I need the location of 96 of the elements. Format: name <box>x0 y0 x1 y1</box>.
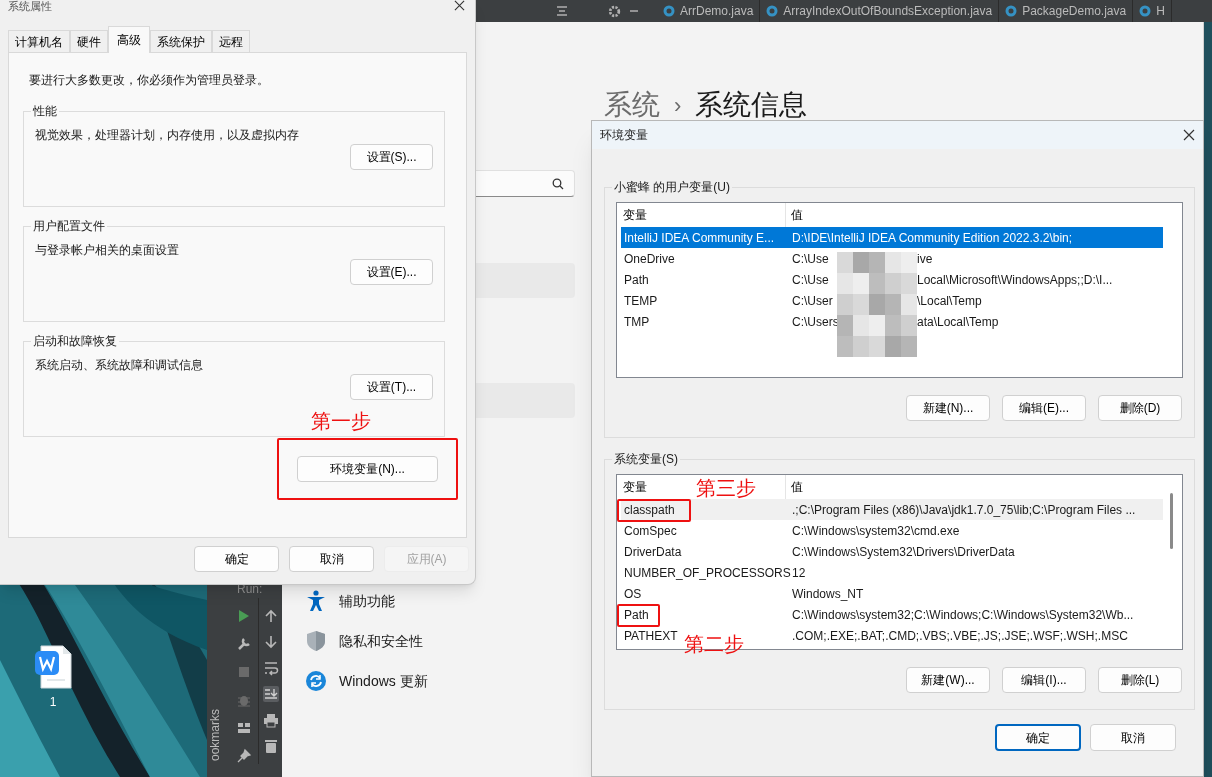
group-description: 系统启动、系统故障和调试信息 <box>35 357 204 374</box>
class-icon <box>1139 5 1152 17</box>
variable-name[interactable]: OneDrive <box>624 251 675 266</box>
variable-value: .;C:\Program Files (x86)\Java\jdk1.7.0_75\lib;C:\Program Files ... <box>792 501 1136 519</box>
annotation-text: 第一步 <box>311 409 371 433</box>
environment-variables-button[interactable]: 环境变量(N)... <box>297 456 438 482</box>
variable-value: D:\IDE\IntelliJ IDEA Community Edition 2022.3.2\bin; <box>792 229 1073 247</box>
list-button[interactable]: 删除(D) <box>1098 395 1182 421</box>
nav-item[interactable]: 辅助功能 <box>300 581 582 621</box>
annotation-text: 第二步 <box>684 632 744 656</box>
dialog-button[interactable]: 取消 <box>289 546 374 572</box>
variable-value: C:\Use <box>792 250 830 268</box>
variable-value: Windows_NT <box>792 585 864 603</box>
breadcrumb-separator: › <box>674 91 682 120</box>
column-header[interactable]: 值 <box>786 203 1163 227</box>
group-description: 视觉效果，处理器计划，内存使用，以及虚拟内存 <box>35 127 300 144</box>
tab-label: H <box>1156 3 1165 20</box>
variable-name[interactable]: Path <box>624 272 649 287</box>
variable-name[interactable]: NUMBER_OF_PROCESSORS <box>624 565 791 580</box>
variable-name[interactable]: OS <box>624 586 642 601</box>
variable-value: ata\Local\Temp <box>917 313 999 331</box>
shield-icon <box>305 630 327 652</box>
list-button[interactable]: 删除(L) <box>1098 667 1182 693</box>
variable-name[interactable]: TEMP <box>624 293 658 308</box>
group-title: 小蜜蜂 的用户变量(U) <box>613 179 731 196</box>
group-title: 启动和故障恢复 <box>32 333 118 350</box>
wrap-icon[interactable] <box>262 660 279 676</box>
dialog-button[interactable]: 取消 <box>1090 724 1176 751</box>
layout-icon[interactable] <box>236 720 252 736</box>
list-row[interactable]: IntelliJ IDEA Community E... D:\IDE\IntelliJ IDEA Community Edition 2022.3.2\bin; <box>621 227 1163 248</box>
document-icon[interactable] <box>33 645 73 689</box>
variable-name[interactable]: DriverData <box>624 544 682 559</box>
page-title: 系统信息 <box>695 88 808 122</box>
close-icon[interactable] <box>454 0 465 11</box>
variable-value: C:\Windows\System32\Drivers\DriverData <box>792 543 1015 561</box>
window-title: 环境变量 <box>600 127 648 144</box>
column-header[interactable]: 值 <box>786 475 1163 499</box>
bookmarks-tab[interactable]: ookmarks <box>206 709 224 761</box>
variable-value: C:\Users <box>792 313 840 331</box>
variable-value: .COM;.EXE;.BAT;.CMD;.VBS;.VBE;.JS;.JSE;.WSF;.WSH;.MSC <box>792 627 1128 645</box>
variable-name[interactable]: TMP <box>624 314 650 329</box>
collapse-icon[interactable] <box>556 5 568 17</box>
pin-icon[interactable] <box>236 748 252 764</box>
window-title: 系统属性 <box>8 0 52 12</box>
sync-icon <box>305 670 327 692</box>
list-row[interactable]: classpath .;C:\Program Files (x86)\Java\jdk1.7.0_75\lib;C:\Program Files ... <box>621 499 1163 520</box>
tab[interactable]: 硬件 <box>70 30 108 52</box>
variable-value: C:\Use <box>792 271 830 289</box>
icon-label: 1 <box>49 694 57 711</box>
trash-icon[interactable] <box>262 738 279 754</box>
tab[interactable]: 远程 <box>212 30 250 52</box>
variable-name[interactable]: Path <box>624 607 649 622</box>
list-button[interactable]: 编辑(I)... <box>1002 667 1086 693</box>
variable-name[interactable]: PATHEXT <box>624 628 678 643</box>
variable-value: C:\Windows\system32\cmd.exe <box>792 522 960 540</box>
print-icon[interactable] <box>262 712 279 728</box>
list-button[interactable]: 新建(N)... <box>906 395 990 421</box>
settings-button[interactable]: 设置(E)... <box>350 259 433 285</box>
list-button[interactable]: 编辑(E)... <box>1002 395 1086 421</box>
dialog-button[interactable]: 确定 <box>995 724 1081 751</box>
variable-name: classpath <box>624 502 675 517</box>
variable-name: IntelliJ IDEA Community E... <box>624 230 775 245</box>
annotation-text: 第三步 <box>696 476 756 500</box>
scroll-to-end-icon[interactable] <box>262 686 279 702</box>
group-description: 与登录帐户相关的桌面设置 <box>35 242 180 259</box>
variable-value: \Local\Temp <box>917 292 982 310</box>
tab[interactable]: 计算机名 <box>8 30 70 52</box>
variable-name[interactable]: ComSpec <box>624 523 677 538</box>
class-icon <box>766 5 779 17</box>
settings-button[interactable]: 设置(S)... <box>350 144 433 170</box>
tab-label: ArrayIndexOutOfBoundsException.java <box>783 3 993 20</box>
down-arrow-icon[interactable] <box>262 634 279 650</box>
variable-value: C:\Windows\system32;C:\Windows;C:\Windows\System32\Wb... <box>792 606 1134 624</box>
group-title: 系统变量(S) <box>613 451 679 468</box>
dialog-button[interactable]: 确定 <box>194 546 279 572</box>
class-icon <box>1005 5 1018 17</box>
tab[interactable]: 系统保护 <box>150 30 212 52</box>
notice-text: 要进行大多数更改，你必须作为管理员登录。 <box>28 72 270 89</box>
settings-button[interactable]: 设置(T)... <box>350 374 433 400</box>
group-title: 性能 <box>32 103 58 120</box>
list-button[interactable]: 新建(W)... <box>906 667 990 693</box>
tab[interactable]: 高级 <box>108 26 150 53</box>
accessibility-icon <box>305 590 327 612</box>
scrollbar-thumb[interactable] <box>1170 493 1173 549</box>
variable-value: C:\User <box>792 292 834 310</box>
tab-label: PackageDemo.java <box>1022 3 1127 20</box>
close-icon[interactable] <box>1183 129 1195 141</box>
variable-value: ive <box>917 250 933 268</box>
search-icon <box>552 177 564 190</box>
nav-item[interactable]: Windows 更新 <box>300 661 582 701</box>
variable-value: 12 <box>792 564 806 582</box>
tab-label: ArrDemo.java <box>680 3 754 20</box>
group-title: 用户配置文件 <box>32 218 106 235</box>
class-icon <box>663 5 675 17</box>
variable-value: Local\Microsoft\WindowsApps;;D:\I... <box>917 271 1113 289</box>
nav-item[interactable]: 隐私和安全性 <box>300 621 582 661</box>
